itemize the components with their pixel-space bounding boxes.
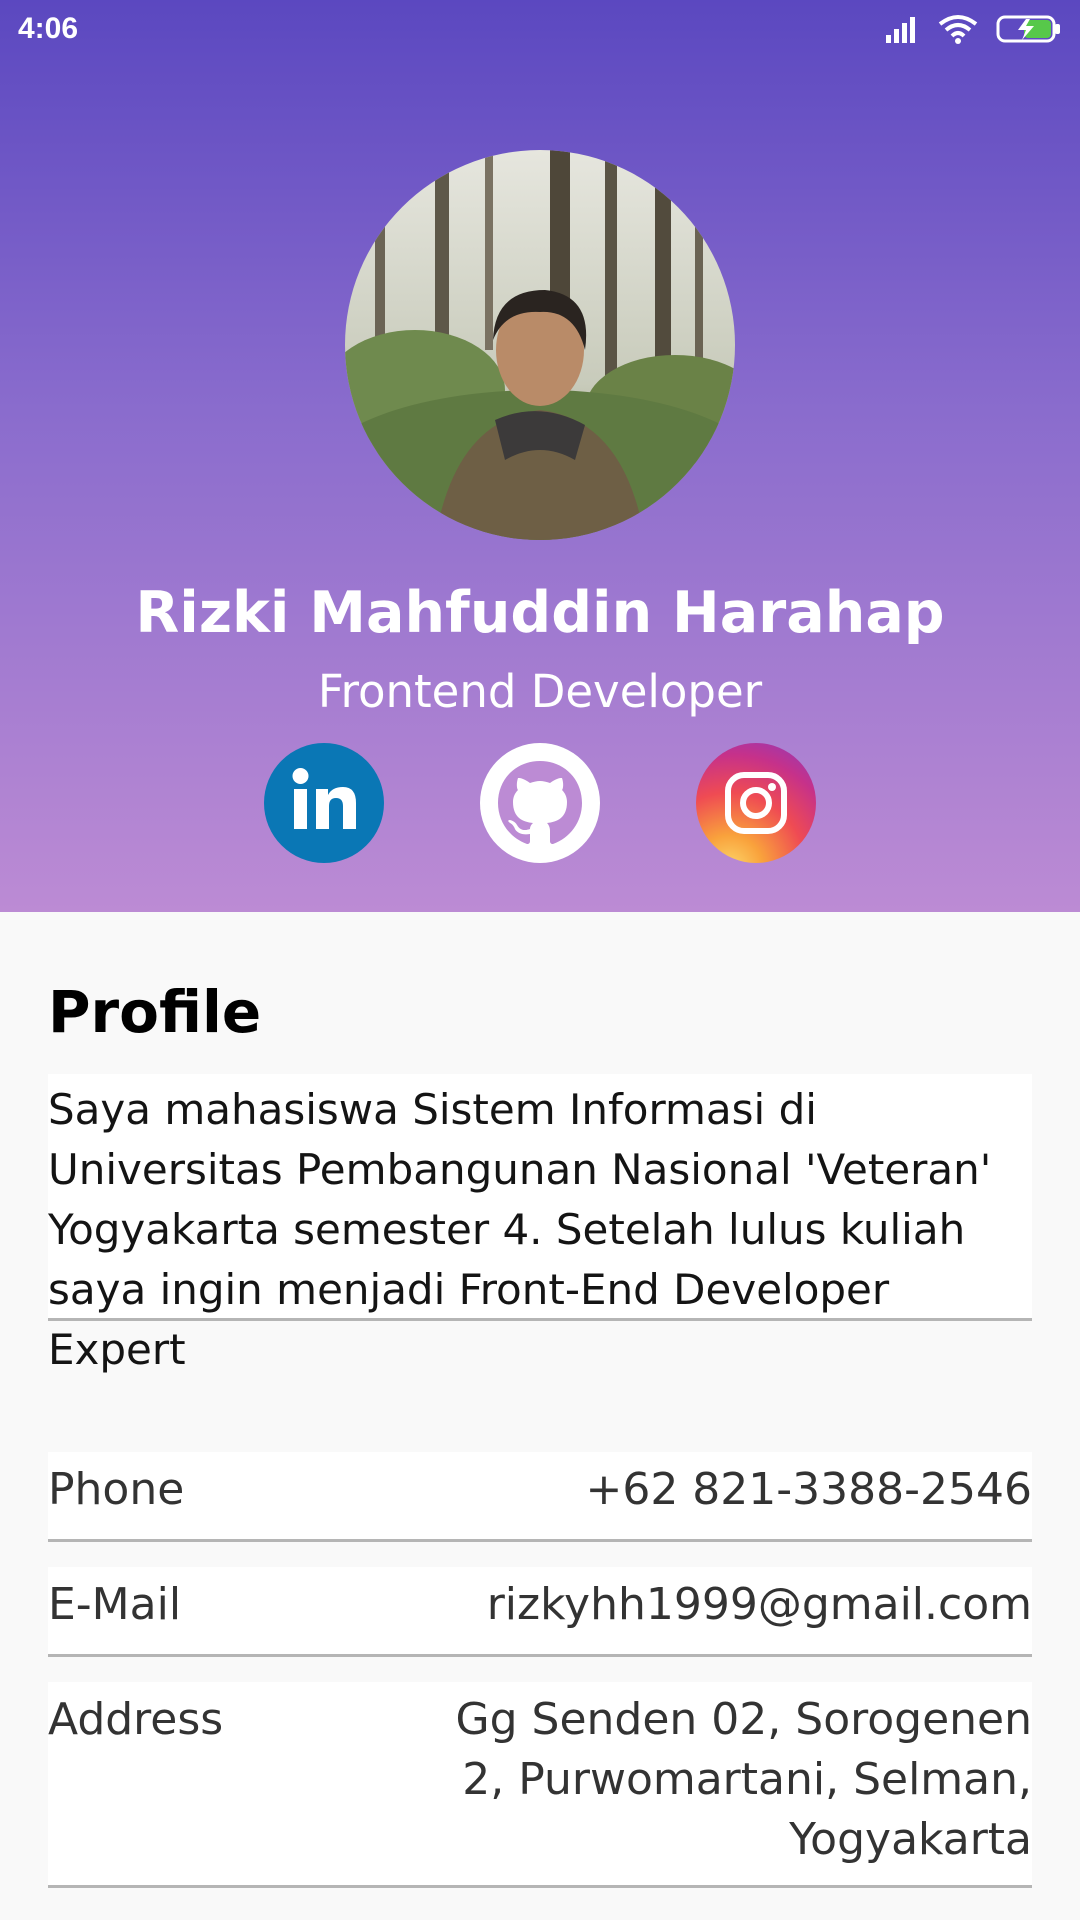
email-value[interactable]: rizkyhh1999@gmail.com [487, 1567, 1032, 1643]
status-bar: 4:06 [0, 0, 1080, 62]
profile-name: Rizki Mahfuddin Harahap [135, 580, 945, 646]
instagram-button[interactable] [696, 743, 816, 863]
battery-charging-icon [996, 14, 1062, 48]
github-icon [498, 761, 582, 844]
phone-label: Phone [48, 1464, 185, 1515]
instagram-icon [725, 772, 787, 834]
section-title: Profile [48, 978, 262, 1046]
wifi-icon [938, 14, 978, 48]
profile-header: 4:06 Rizki Mahfuddin Harahap Frontend De… [0, 0, 1080, 912]
email-label: E-Mail [48, 1579, 182, 1630]
phone-row[interactable]: Phone +62 821-3388-2546 [48, 1452, 1032, 1542]
avatar [345, 150, 735, 540]
signal-icon [884, 15, 920, 47]
address-label: Address [48, 1694, 224, 1745]
status-time: 4:06 [18, 12, 79, 45]
linkedin-icon [292, 768, 356, 829]
profile-role: Frontend Developer [317, 665, 763, 718]
linkedin-button[interactable] [264, 743, 384, 863]
email-row[interactable]: E-Mail rizkyhh1999@gmail.com [48, 1567, 1032, 1657]
phone-value[interactable]: +62 821-3388-2546 [585, 1452, 1032, 1528]
address-row[interactable]: Address Gg Senden 02, Sorogenen 2, Purwo… [48, 1682, 1032, 1888]
status-icons [884, 14, 1062, 48]
address-value[interactable]: Gg Senden 02, Sorogenen 2, Purwomartani,… [432, 1690, 1032, 1870]
bio-text: Saya mahasiswa Sistem Informasi di Unive… [48, 1074, 1032, 1374]
github-button[interactable] [480, 743, 600, 863]
